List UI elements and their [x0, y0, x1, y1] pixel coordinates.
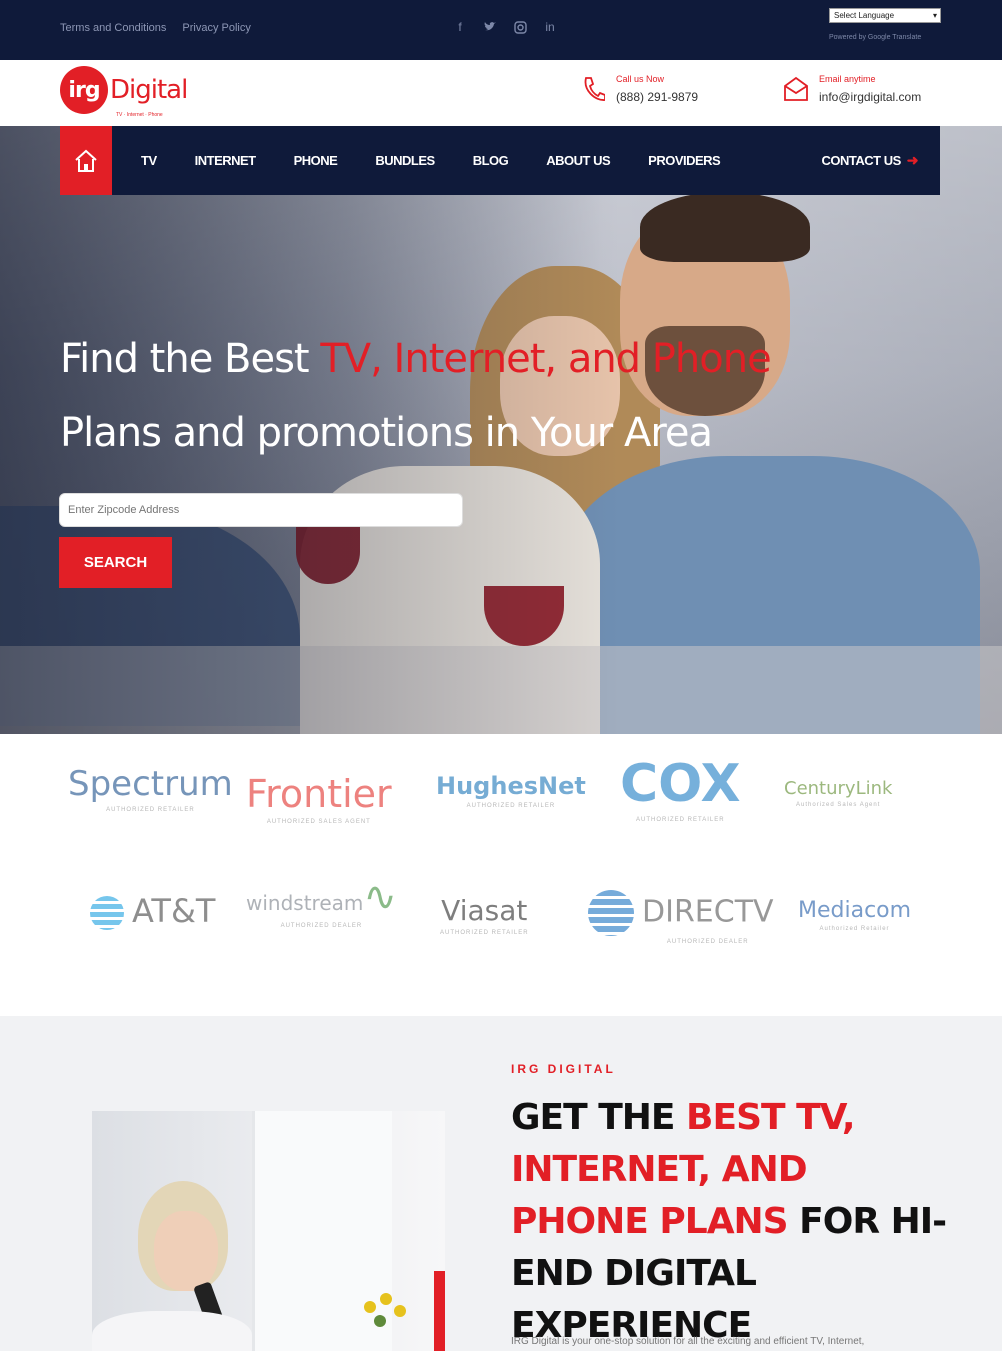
- provider-logo-cox[interactable]: COX AUTHORIZED RETAILER: [620, 754, 741, 823]
- top-links: Terms and Conditions Privacy Policy: [60, 22, 251, 34]
- phone-icon: [580, 74, 606, 104]
- search-button[interactable]: SEARCH: [59, 537, 172, 588]
- about-photo: [92, 1111, 445, 1351]
- provider-logo-centurylink[interactable]: CenturyLink Authorized Sales Agent: [784, 778, 892, 808]
- logo-text: Digital: [110, 75, 188, 105]
- email-address[interactable]: info@irgdigital.com: [819, 90, 921, 104]
- provider-logo-viasat[interactable]: Viasat AUTHORIZED RETAILER: [440, 894, 529, 936]
- about-eyebrow: IRG DIGITAL: [511, 1062, 616, 1076]
- hero-section: Find the Best TV, Internet, and Phone Pl…: [0, 126, 1002, 734]
- nav-item-providers[interactable]: PROVIDERS: [648, 153, 721, 168]
- about-photo-flowers: [354, 1291, 414, 1351]
- windstream-wave-icon: ∿: [363, 874, 397, 920]
- nav-item-bundles[interactable]: BUNDLES: [375, 153, 435, 168]
- language-select[interactable]: Select Language: [829, 8, 941, 23]
- about-photo-face: [154, 1211, 218, 1291]
- nav-item-tv[interactable]: TV: [141, 153, 157, 168]
- email-block[interactable]: Email anytime info@irgdigital.com: [783, 74, 921, 104]
- call-label: Call us Now: [616, 74, 665, 84]
- about-title: GET THE BEST TV, INTERNET, AND PHONE PLA…: [511, 1097, 947, 1346]
- hero-title-line-2: Plans and promotions in Your Area: [60, 410, 713, 456]
- hero-title-white: Find the Best: [60, 336, 321, 382]
- logo-tagline: TV · Internet · Phone: [116, 112, 163, 118]
- nav-item-internet[interactable]: INTERNET: [195, 153, 257, 168]
- about-photo-body: [92, 1311, 252, 1351]
- nav-item-about[interactable]: ABOUT US: [546, 153, 610, 168]
- main-nav: TV INTERNET PHONE BUNDLES BLOG ABOUT US …: [60, 126, 940, 195]
- top-bar: Terms and Conditions Privacy Policy f in…: [0, 0, 1002, 60]
- about-section: IRG DIGITAL GET THE BEST TV, INTERNET, A…: [0, 1016, 1002, 1351]
- logo-mark: irg: [60, 66, 108, 114]
- att-globe-icon: [90, 896, 124, 930]
- call-number[interactable]: (888) 291-9879: [616, 90, 698, 104]
- arrow-right-icon: ➜: [906, 152, 919, 168]
- hero-title-red: TV, Internet, and Phone: [320, 336, 771, 382]
- hero-photo-man-hair: [640, 192, 810, 262]
- provider-logo-windstream[interactable]: windstream∿ AUTHORIZED DEALER: [246, 874, 397, 929]
- hero-title: Find the Best TV, Internet, and Phone Pl…: [60, 322, 772, 470]
- accent-bar: [434, 1271, 445, 1351]
- about-description: IRG Digital is your one-stop solution fo…: [511, 1336, 865, 1347]
- provider-logo-mediacom[interactable]: Mediacom Authorized Retailer: [798, 898, 911, 932]
- nav-item-blog[interactable]: BLOG: [473, 153, 509, 168]
- envelope-icon: [783, 74, 809, 104]
- provider-logo-directv[interactable]: DIRECTV AUTHORIZED DEALER: [588, 890, 774, 945]
- instagram-icon[interactable]: [512, 18, 528, 36]
- powered-by-translate: Powered by Google Translate: [829, 34, 922, 41]
- home-icon[interactable]: [60, 126, 112, 195]
- call-block[interactable]: Call us Now (888) 291-9879: [580, 74, 698, 104]
- contact-us-link[interactable]: CONTACT US ➜: [822, 152, 919, 169]
- nav-item-phone[interactable]: PHONE: [294, 153, 338, 168]
- linkedin-icon[interactable]: in: [542, 18, 558, 36]
- twitter-icon[interactable]: [482, 18, 498, 36]
- terms-link[interactable]: Terms and Conditions: [60, 22, 166, 34]
- provider-logo-spectrum[interactable]: Spectrum AUTHORIZED RETAILER: [68, 764, 233, 813]
- contact-us-label: CONTACT US: [821, 153, 902, 168]
- social-links: f in: [452, 18, 558, 36]
- site-header: irg Digital TV · Internet · Phone Call u…: [0, 60, 1002, 126]
- facebook-icon[interactable]: f: [452, 18, 468, 36]
- zipcode-input[interactable]: [59, 493, 463, 527]
- providers-strip: Spectrum AUTHORIZED RETAILER Frontier AU…: [0, 734, 1002, 1016]
- email-label: Email anytime: [819, 74, 876, 84]
- nav-items: TV INTERNET PHONE BUNDLES BLOG ABOUT US …: [141, 153, 758, 168]
- provider-logo-frontier[interactable]: Frontier AUTHORIZED SALES AGENT: [246, 772, 392, 825]
- directv-globe-icon: [588, 890, 634, 936]
- provider-logo-att[interactable]: AT&T: [90, 892, 215, 930]
- provider-logo-hughesnet[interactable]: HughesNet AUTHORIZED RETAILER: [436, 772, 586, 809]
- site-logo[interactable]: irg Digital TV · Internet · Phone: [60, 66, 188, 118]
- privacy-link[interactable]: Privacy Policy: [182, 22, 250, 34]
